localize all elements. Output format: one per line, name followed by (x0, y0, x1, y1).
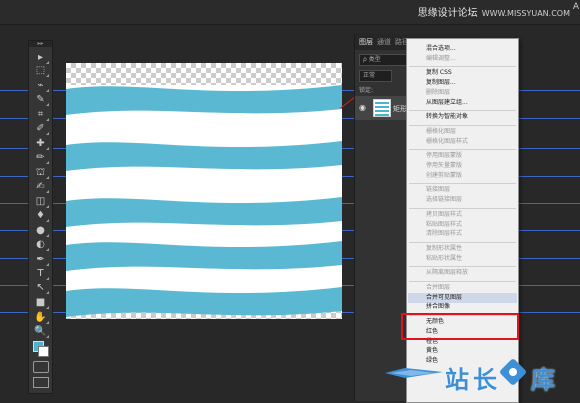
path-select-icon[interactable]: ↖ (32, 281, 49, 294)
paint-bucket-icon[interactable]: ♦ (32, 209, 49, 222)
watermark-url: WWW.MISSYUAN.COM (481, 9, 570, 18)
menu-item: 粘贴形状属性 (426, 254, 463, 262)
tab-channels[interactable]: 通道 (377, 37, 391, 47)
annotation-highlight-box (401, 313, 519, 340)
rectangle-icon[interactable]: ■ (32, 296, 49, 309)
layer-context-menu: 混合选项... 编辑调整... 复制 CSS 复制图层... 删除图层从图层建立组...… (406, 38, 519, 403)
menu-item[interactable]: 复制图层... (426, 79, 456, 87)
watermark-text-2: 库 (531, 366, 559, 394)
watermark-title: 思缘设计论坛 (417, 8, 478, 19)
menu-item[interactable]: 混合选项... (426, 45, 456, 53)
menu-item: 粘贴图层样式 (426, 220, 463, 228)
zoom-icon[interactable]: 🔍 (32, 325, 49, 338)
hand-icon[interactable]: ✋ (32, 311, 49, 324)
layer-name: 矩形 (393, 105, 407, 113)
menu-separator (409, 110, 516, 112)
tools-grip[interactable]: ▸▸ (29, 41, 52, 47)
layer-filter-select[interactable]: ρ 类型 (359, 54, 412, 66)
crop-icon[interactable]: ⌗ (32, 108, 49, 121)
history-brush-icon[interactable]: ✍ (32, 180, 49, 193)
blur-icon[interactable]: ● (32, 224, 49, 237)
wing-logo-icon (385, 368, 443, 378)
pen-icon[interactable]: ✒ (32, 253, 49, 266)
target-logo-icon (498, 357, 528, 387)
type-icon[interactable]: T (32, 267, 49, 280)
lasso-icon[interactable]: ⌁ (32, 79, 49, 92)
screen-mode-icon[interactable] (33, 377, 49, 388)
menu-item[interactable]: 黄色 (426, 347, 438, 355)
menu-item[interactable]: 从图层建立组... (426, 99, 468, 107)
menu-separator (409, 149, 516, 151)
character-panel-icon[interactable]: A (573, 2, 579, 12)
menu-separator (409, 281, 516, 282)
background-color-swatch[interactable] (38, 346, 49, 357)
menu-item: 链接图层 (426, 186, 451, 194)
menu-item: 删除图层 (426, 88, 451, 96)
menu-item: 从隔离图层释放 (426, 269, 469, 277)
menu-separator (409, 66, 516, 68)
blend-mode-select[interactable]: 正常 (359, 70, 392, 82)
tools-panel: ▸▸ ▸ ⬚ ⌁ ✎ ⌗ ✐ ✚ ✏ ⛫ ✍ ◫ ♦ ● ◐ ✒ T ↖ ■ ✋ 🔍 (28, 40, 53, 394)
menu-item[interactable]: 转换为智能对象 (426, 113, 468, 121)
healing-brush-icon[interactable]: ✚ (32, 137, 49, 150)
menu-separator (409, 241, 516, 243)
menu-separator (409, 124, 516, 126)
menu-highlight (408, 292, 517, 303)
menu-item[interactable]: 拼合图像 (426, 303, 450, 311)
eye-icon[interactable]: ◉ (359, 103, 366, 112)
move-icon[interactable]: ▸ (32, 51, 49, 64)
layer-thumbnail (373, 99, 391, 117)
clone-stamp-icon[interactable]: ⛫ (32, 166, 49, 179)
menu-item[interactable]: 合并可见图层 (426, 294, 462, 302)
site-watermark: 思缘设计论坛 WWW.MISSYUAN.COM (418, 4, 570, 19)
menu-separator (409, 207, 516, 209)
menu-item: 栅格化图层样式 (426, 137, 469, 145)
menu-item: 拷贝图层样式 (426, 210, 463, 218)
menu-separator (409, 183, 516, 185)
menu-item[interactable]: 复制 CSS (426, 69, 452, 77)
eyedropper-icon[interactable]: ✐ (32, 122, 49, 135)
menu-item: 栅格化图层 (426, 127, 457, 135)
brush-icon[interactable]: ✏ (32, 151, 49, 164)
menu-item: 选择链接图层 (426, 196, 463, 204)
quick-select-icon[interactable]: ✎ (32, 93, 49, 106)
menu-item: 停用矢量蒙版 (426, 162, 463, 169)
lock-label: 锁定: (359, 87, 374, 94)
dodge-icon[interactable]: ◐ (32, 238, 49, 251)
menu-item: 停用图层蒙版 (426, 152, 463, 160)
bottom-watermark: 站长 库 (385, 356, 580, 401)
quick-mask-icon[interactable] (33, 361, 49, 373)
watermark-text: 站长 (445, 366, 501, 394)
menu-item: 合并图层 (426, 284, 451, 291)
menu-item: 清除图层样式 (426, 230, 463, 238)
menu-separator (409, 266, 516, 268)
menu-item: 复制形状属性 (426, 244, 463, 252)
tab-layers[interactable]: 图层 (359, 37, 373, 47)
menu-item: 创建剪贴蒙版 (426, 171, 463, 179)
marquee-icon[interactable]: ⬚ (32, 64, 49, 77)
menu-item: 编辑调整... (426, 54, 456, 62)
wave-artwork (66, 85, 342, 317)
document-canvas[interactable] (66, 63, 342, 319)
eraser-icon[interactable]: ◫ (32, 195, 49, 208)
